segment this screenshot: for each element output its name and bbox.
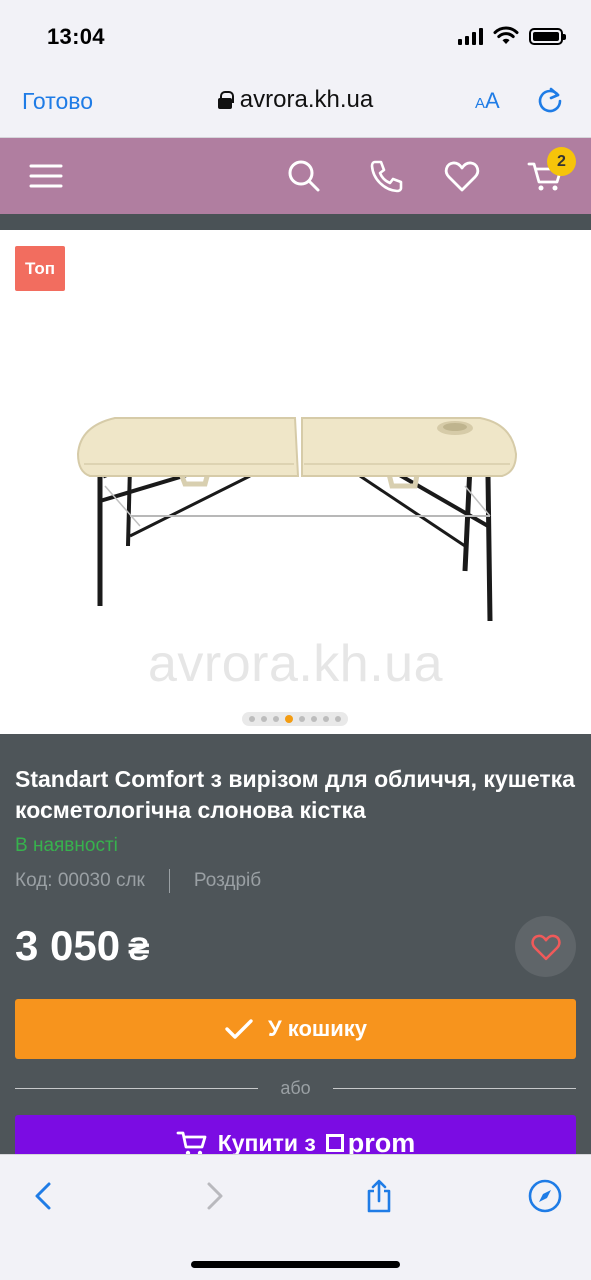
home-indicator xyxy=(191,1261,400,1268)
heart-icon xyxy=(530,934,561,960)
in-cart-label: У кошику xyxy=(267,1016,368,1041)
back-icon[interactable] xyxy=(27,1179,61,1213)
cart-icon xyxy=(176,1131,207,1156)
status-time: 13:04 xyxy=(47,24,105,49)
product-meta: Код: 00030 слк Роздріб xyxy=(15,869,261,893)
or-label: або xyxy=(280,1077,311,1098)
add-to-favorites-button[interactable] xyxy=(515,916,576,977)
wifi-icon xyxy=(493,26,519,44)
price-value: 3 050 xyxy=(15,922,121,969)
gallery-dot[interactable] xyxy=(273,716,279,722)
menu-icon[interactable] xyxy=(26,156,66,196)
heart-icon[interactable] xyxy=(442,156,482,196)
product-title: Standart Comfort з вирізом для обличчя, … xyxy=(15,766,575,823)
top-badge: Топ xyxy=(15,246,65,291)
watermark: avrora.kh.ua xyxy=(147,635,444,693)
reload-icon[interactable] xyxy=(536,86,564,114)
product-info: Standart Comfort з вирізом для обличчя, … xyxy=(0,734,591,1175)
in-cart-button[interactable]: У кошику xyxy=(15,999,576,1059)
price-currency: ₴ xyxy=(128,931,150,967)
forward-icon[interactable] xyxy=(197,1179,231,1213)
gallery-dot[interactable] xyxy=(261,716,267,722)
cart-count-badge: 2 xyxy=(547,147,576,176)
gallery-dot[interactable] xyxy=(311,716,317,722)
compass-icon[interactable] xyxy=(528,1179,562,1213)
sale-type: Роздріб xyxy=(193,870,262,891)
product-price: 3 050 ₴ xyxy=(15,922,149,970)
product-code: Код: 00030 слк xyxy=(15,870,145,891)
checkmark-icon xyxy=(225,1019,253,1039)
cellular-signal-icon xyxy=(458,27,483,45)
gallery-dot[interactable] xyxy=(249,716,255,722)
status-bar: 13:04 xyxy=(0,0,591,72)
address-bar[interactable]: avrora.kh.ua xyxy=(0,86,591,114)
gallery-pagination[interactable] xyxy=(242,712,348,726)
browser-bottom-toolbar xyxy=(0,1154,591,1280)
lock-icon xyxy=(217,91,234,109)
gallery-dot[interactable] xyxy=(323,716,329,722)
meta-divider xyxy=(168,869,170,893)
status-icons xyxy=(458,26,566,46)
site-header xyxy=(0,138,591,214)
header-divider xyxy=(0,214,591,230)
availability-status: В наявності xyxy=(15,835,118,856)
gallery-dot[interactable] xyxy=(299,716,305,722)
product-image xyxy=(76,417,518,622)
search-icon[interactable] xyxy=(284,156,324,196)
product-gallery[interactable]: Топ avrora.kh.ua xyxy=(0,230,591,734)
browser-top-bar: Готово avrora.kh.ua AA xyxy=(0,72,591,138)
gallery-dot[interactable] xyxy=(335,716,341,722)
gallery-dot-active[interactable] xyxy=(285,715,293,723)
text-size-button[interactable]: AA xyxy=(475,88,500,114)
buy-with-prom-label: Купити з xyxy=(217,1129,316,1156)
or-divider: або xyxy=(15,1076,576,1100)
share-icon[interactable] xyxy=(362,1179,396,1213)
prom-logo-icon xyxy=(325,1134,344,1152)
battery-icon xyxy=(529,27,566,45)
url-text: avrora.kh.ua xyxy=(239,86,374,113)
phone-icon[interactable] xyxy=(366,156,406,196)
